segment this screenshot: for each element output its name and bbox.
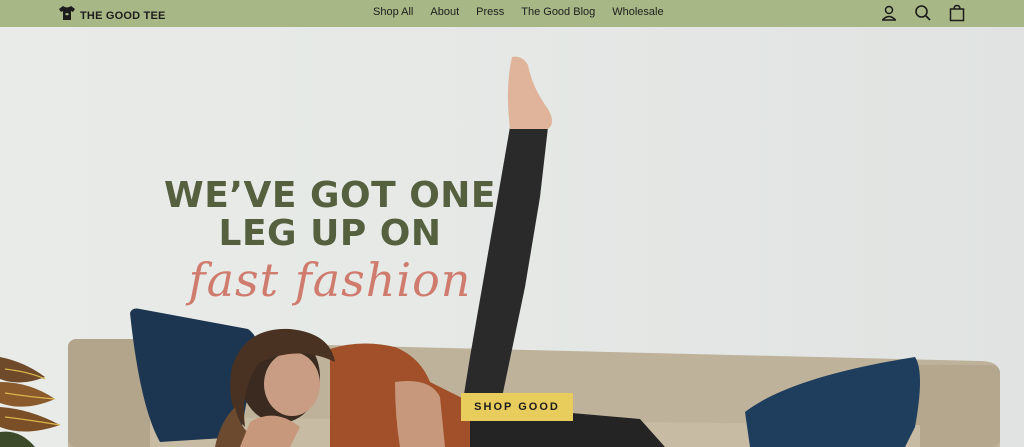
hero-banner: WE’VE GOT ONE LEG UP ON fast fashion SHO… <box>0 27 1024 447</box>
shop-good-button[interactable]: SHOP GOOD <box>461 393 573 421</box>
site-header: THE GOOD TEE Shop All About Press The Go… <box>0 0 1024 27</box>
hero-script-text: fast fashion <box>188 253 472 307</box>
hero-headline-line-2: LEG UP ON <box>218 213 442 254</box>
plant-left-illustration <box>0 357 61 447</box>
hero-headline-line-1: WE’VE GOT ONE <box>163 175 497 216</box>
search-icon[interactable] <box>914 4 932 22</box>
nav-item-shop-all[interactable]: Shop All <box>373 6 413 18</box>
header-icons <box>880 4 966 22</box>
nav-item-wholesale[interactable]: Wholesale <box>612 6 663 18</box>
brand-logo[interactable]: THE GOOD TEE <box>58 5 166 26</box>
hero-headline: WE’VE GOT ONE LEG UP ON <box>150 177 510 253</box>
t-shirt-icon <box>58 5 76 26</box>
main-nav: Shop All About Press The Good Blog Whole… <box>373 6 664 18</box>
cart-icon[interactable] <box>948 4 966 22</box>
account-icon[interactable] <box>880 4 898 22</box>
nav-item-about[interactable]: About <box>430 6 459 18</box>
nav-item-press[interactable]: Press <box>476 6 504 18</box>
nav-item-blog[interactable]: The Good Blog <box>521 6 595 18</box>
brand-name: THE GOOD TEE <box>80 9 166 22</box>
